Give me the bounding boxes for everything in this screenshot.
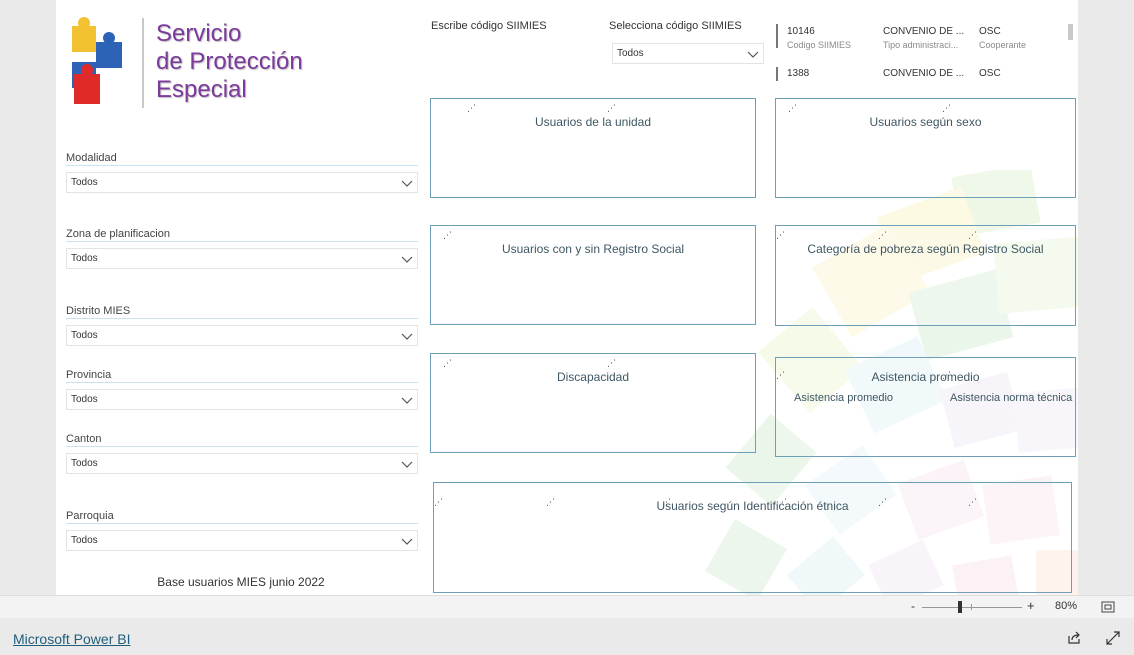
dropdown-value: Todos [71,458,98,469]
slicer-parroquia: Parroquia Todos [66,510,418,551]
code-cell: 10146 [787,26,815,37]
slicer-label: Modalidad [66,152,418,166]
chevron-down-icon [401,397,413,404]
slicer-label: Parroquia [66,510,418,524]
table-row[interactable]: 10146 Codigo SIIMIES CONVENIO DE ... Tip… [776,24,1066,50]
footnote: Base usuarios MIES junio 2022 [157,575,325,589]
slicer-label: Distrito MIES [66,305,418,319]
siimies-table: 10146 Codigo SIIMIES CONVENIO DE ... Tip… [776,22,1072,86]
zoom-level: 80% [1055,600,1078,612]
parroquia-dropdown[interactable]: Todos [66,530,418,551]
zoom-out-button[interactable]: - [911,599,915,613]
visual-registro-social[interactable]: ⋰ Usuarios con y sin Registro Social [430,225,756,325]
loading-dots-icon: ⋰ [788,103,797,113]
visual-usuarios-sexo[interactable]: ⋰ ⋰ Usuarios según sexo [775,98,1076,198]
table-scrollbar[interactable] [1068,24,1073,40]
chevron-down-icon [401,180,413,187]
canton-dropdown[interactable]: Todos [66,453,418,474]
logo-line-3: Especial [156,76,247,103]
logo-puzzle-icon [72,17,122,104]
table-row[interactable]: 1388 CONVENIO DE ... OSC [776,67,1066,81]
loading-dots-icon: ⋰ [776,230,785,240]
logo-line-2: de Protección [156,48,303,75]
visual-etnica[interactable]: ⋰ ⋰ ⋰ ⋰ ⋰ ⋰ Usuarios según Identificació… [433,482,1072,593]
logo-divider [142,18,144,108]
type-header: Tipo administraci... [883,40,959,50]
zoom-slider-thumb[interactable] [958,601,962,613]
share-icon[interactable] [1067,631,1081,645]
dropdown-value: Todos [71,330,98,341]
visual-title: Usuarios de la unidad [534,115,652,129]
chevron-down-icon [401,256,413,263]
fullscreen-icon[interactable] [1106,631,1120,645]
code-header: Codigo SIIMIES [787,40,852,50]
loading-dots-icon: ⋰ [467,103,476,113]
visual-asistencia[interactable]: ⋰ ⋰ Asistencia promedio Asistencia prome… [775,357,1076,457]
dropdown-value: Todos [71,535,98,546]
siimies-select-label: Selecciona código SIIMIES [609,20,742,32]
chevron-down-icon [401,538,413,545]
visual-discapacidad[interactable]: ⋰ ⋰ Discapacidad [430,353,756,453]
visual-pobreza[interactable]: ⋰ ⋰ ⋰ Categoría de pobreza según Registr… [775,225,1076,326]
osc-header: Cooperante [979,40,1027,50]
type-cell: CONVENIO DE ... [883,26,965,37]
code-cell: 1388 [787,68,810,79]
dropdown-value: Todos [71,253,98,264]
logo-text: Servicio de Protección Especial [156,20,303,104]
visual-usuarios-unidad[interactable]: ⋰ ⋰ Usuarios de la unidad [430,98,756,198]
slicer-canton: Canton Todos [66,433,418,474]
visual-title: Usuarios con y sin Registro Social [501,242,685,256]
type-cell: CONVENIO DE ... [883,68,965,79]
loading-dots-icon: ⋰ [942,103,951,113]
logo-line-1: Servicio [156,20,242,47]
loading-dots-icon: ⋰ [607,358,616,368]
asistencia-norma-label: Asistencia norma técnica [950,392,1073,404]
slicer-label: Provincia [66,369,418,383]
slicer-provincia: Provincia Todos [66,369,418,410]
logo: Servicio de Protección Especial [70,16,310,111]
distrito-dropdown[interactable]: Todos [66,325,418,346]
loading-dots-icon: ⋰ [878,230,887,240]
osc-cell: OSC [979,26,1001,37]
slicer-label: Zona de planificacion [66,228,418,242]
asistencia-promedio-label: Asistencia promedio [794,392,894,404]
slicer-label: Canton [66,433,418,447]
modalidad-dropdown[interactable]: Todos [66,172,418,193]
visual-title: Asistencia promedio [871,370,980,384]
loading-dots-icon: ⋰ [968,230,977,240]
loading-dots-icon: ⋰ [443,358,452,368]
chevron-down-icon [401,333,413,340]
dropdown-value: Todos [71,394,98,405]
osc-cell: OSC [979,68,1001,79]
visual-title: Discapacidad [556,370,630,384]
report-canvas: Servicio de Protección Especial Modalida… [56,0,1078,595]
fit-to-page-icon[interactable] [1101,601,1115,613]
zoom-bar: - + 80% [0,595,1134,618]
chevron-down-icon [401,461,413,468]
zona-dropdown[interactable]: Todos [66,248,418,269]
slicer-modalidad: Modalidad Todos [66,152,418,193]
visual-title: Usuarios según sexo [869,115,982,129]
chevron-down-icon [747,51,759,58]
footer: Microsoft Power BI [0,618,1134,655]
visual-title: Categoría de pobreza según Registro Soci… [807,242,1044,256]
slicer-distrito: Distrito MIES Todos [66,305,418,346]
zoom-slider-tick [971,604,972,610]
power-bi-link[interactable]: Microsoft Power BI [13,631,130,647]
siimies-search-label: Escribe código SIIMIES [431,20,547,32]
zoom-in-button[interactable]: + [1027,598,1035,613]
siimies-dropdown[interactable]: Todos [612,43,764,64]
zoom-slider-track[interactable] [922,607,1022,608]
dropdown-value: Todos [617,48,644,59]
provincia-dropdown[interactable]: Todos [66,389,418,410]
visual-title: Usuarios según Identificación étnica [656,499,849,513]
loading-dots-icon: ⋰ [607,103,616,113]
slicer-zona: Zona de planificacion Todos [66,228,418,269]
dropdown-value: Todos [71,177,98,188]
loading-dots-icon: ⋰ [443,230,452,240]
